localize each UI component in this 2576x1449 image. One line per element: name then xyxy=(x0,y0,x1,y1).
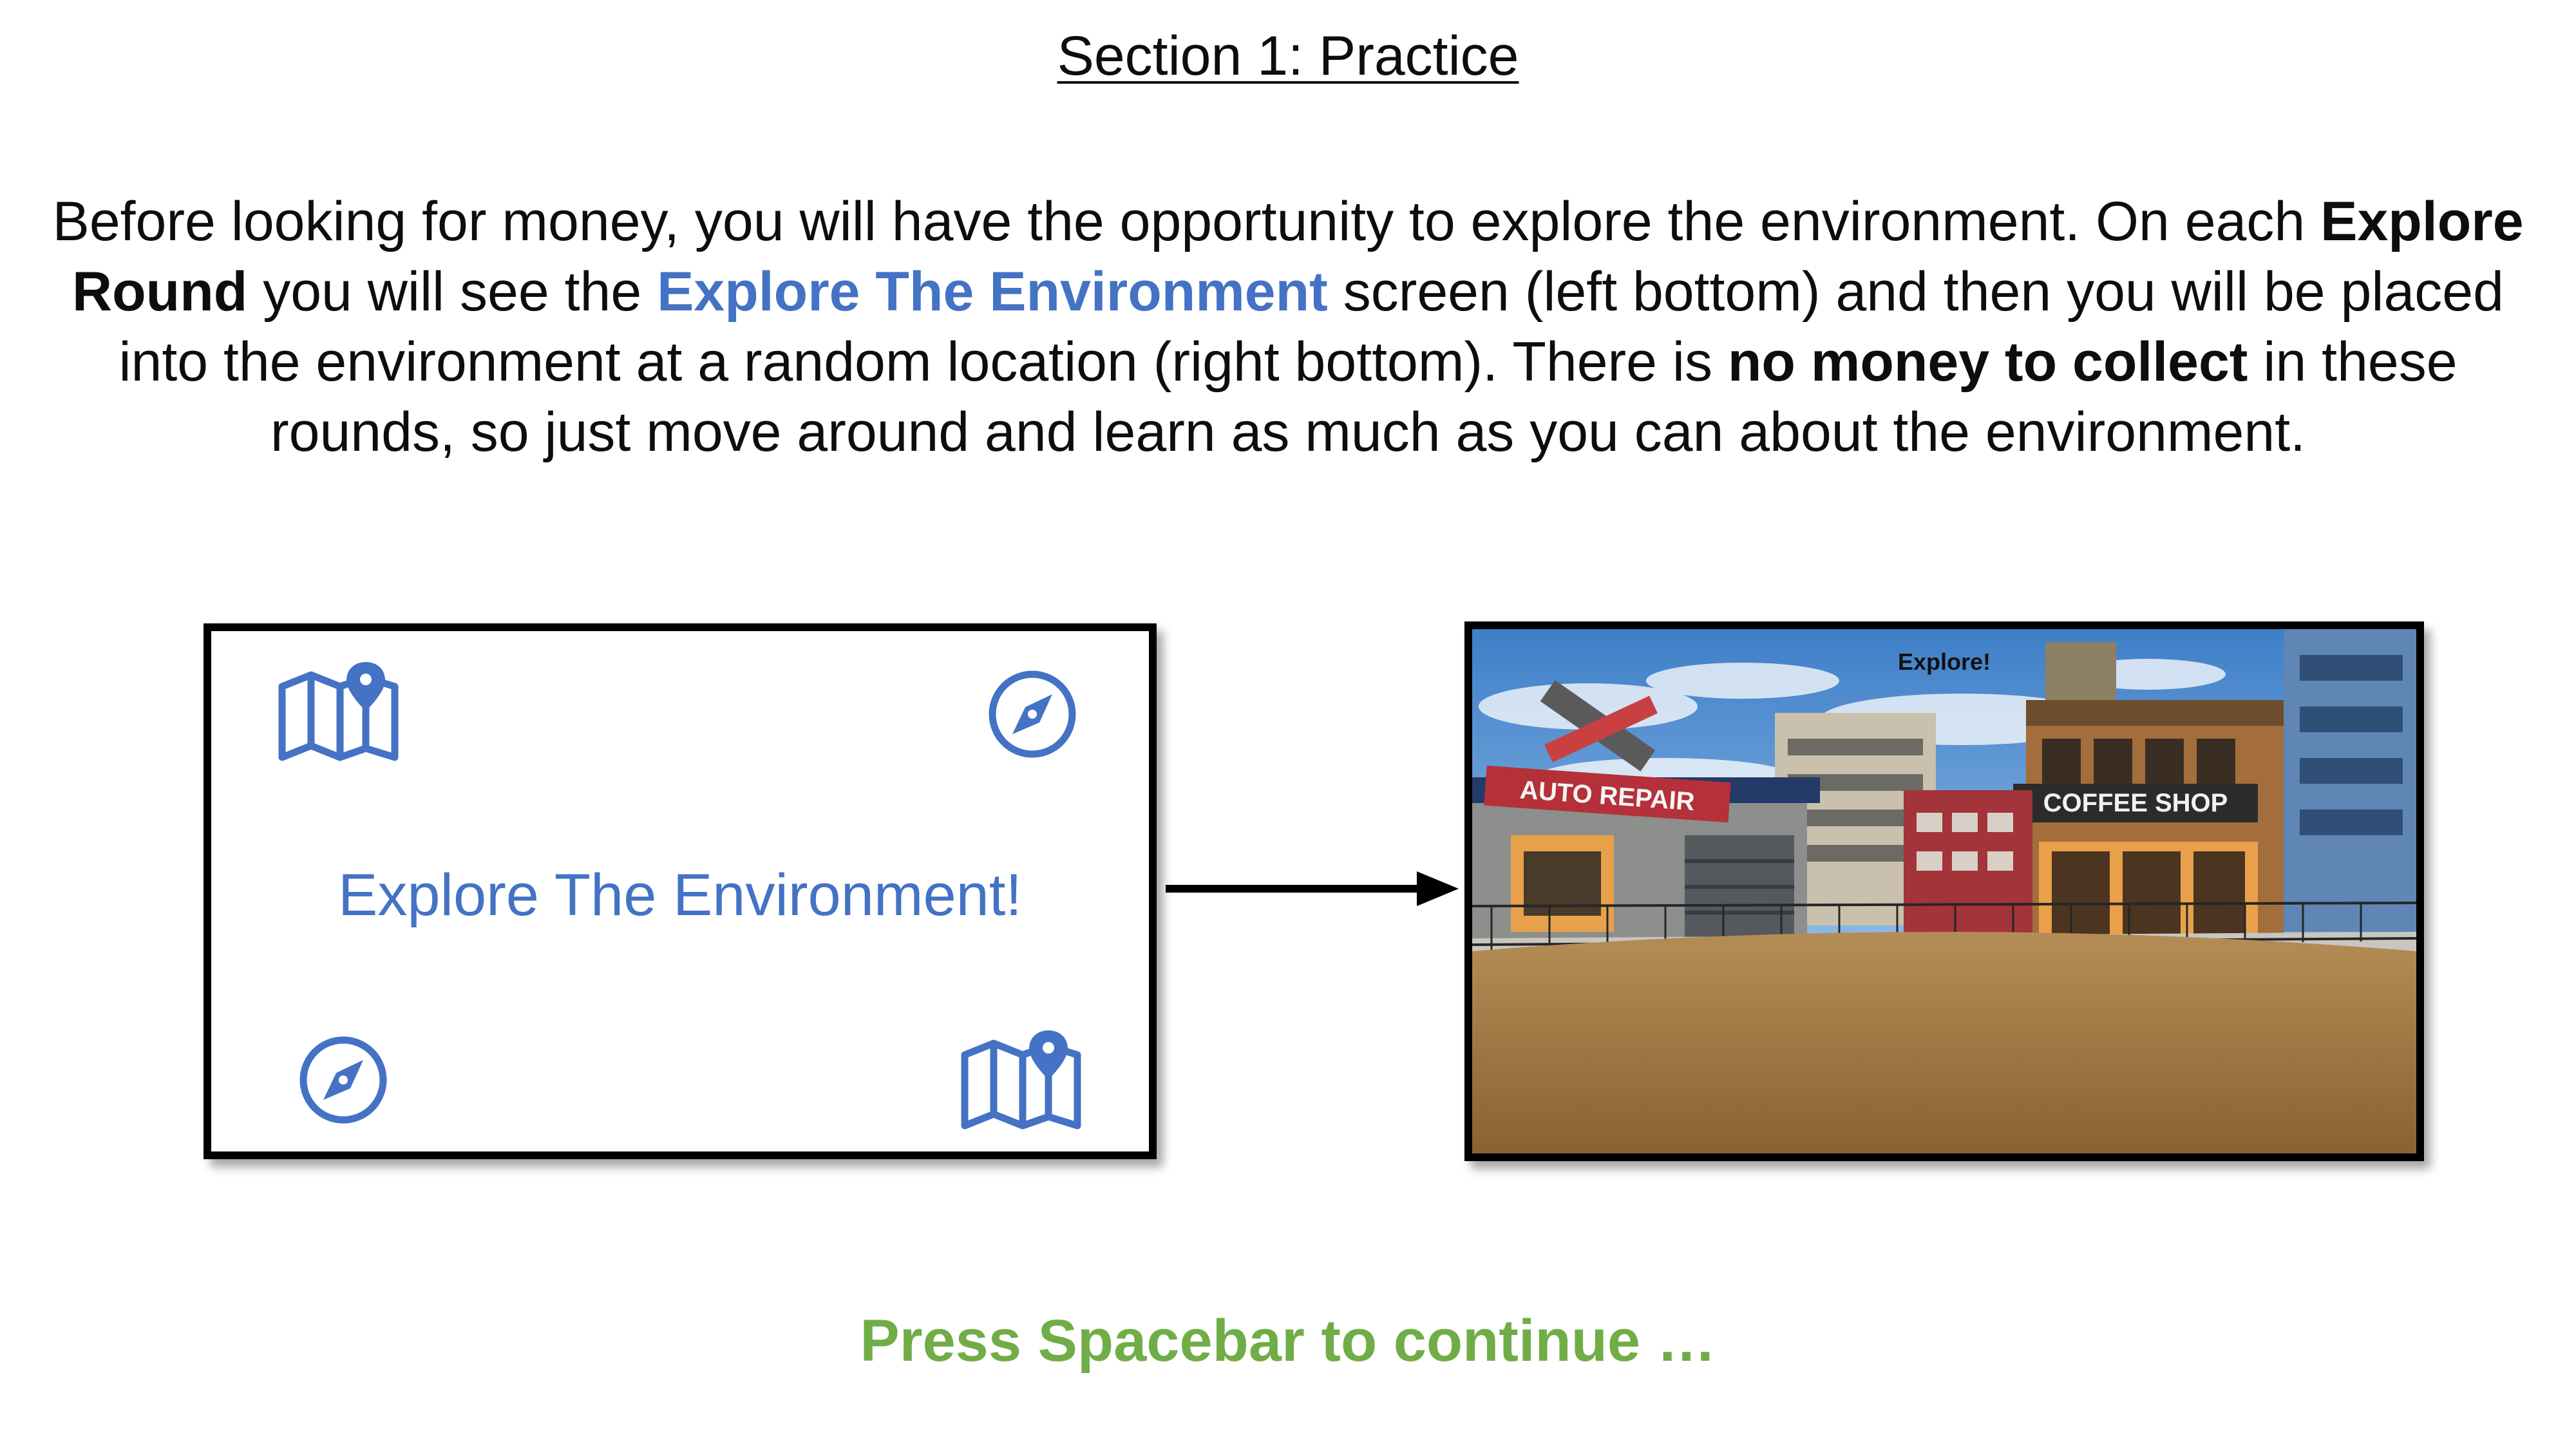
right-arrow-icon xyxy=(1166,871,1459,906)
page-title: Section 1: Practice xyxy=(1057,25,1519,87)
continue-prompt: Press Spacebar to continue … xyxy=(860,1308,1716,1374)
environment-view: COFFEE SHOP AUTO REPAIR Explore! xyxy=(1464,621,2424,1161)
instructions-text: Before looking for money, you will have … xyxy=(52,191,2524,463)
explore-caption: Explore The Environment! xyxy=(338,862,1022,928)
compass-icon xyxy=(299,1036,387,1124)
compass-icon xyxy=(989,670,1076,758)
map-pin-icon xyxy=(278,662,399,761)
coffee-shop-sign: COFFEE SHOP xyxy=(2043,789,2228,817)
map-pin-icon xyxy=(961,1030,1081,1130)
explore-overlay-label: Explore! xyxy=(1897,649,1991,675)
environment-scene: COFFEE SHOP AUTO REPAIR xyxy=(1472,629,2416,1153)
explore-screen-preview: Explore The Environment! xyxy=(204,623,1157,1159)
